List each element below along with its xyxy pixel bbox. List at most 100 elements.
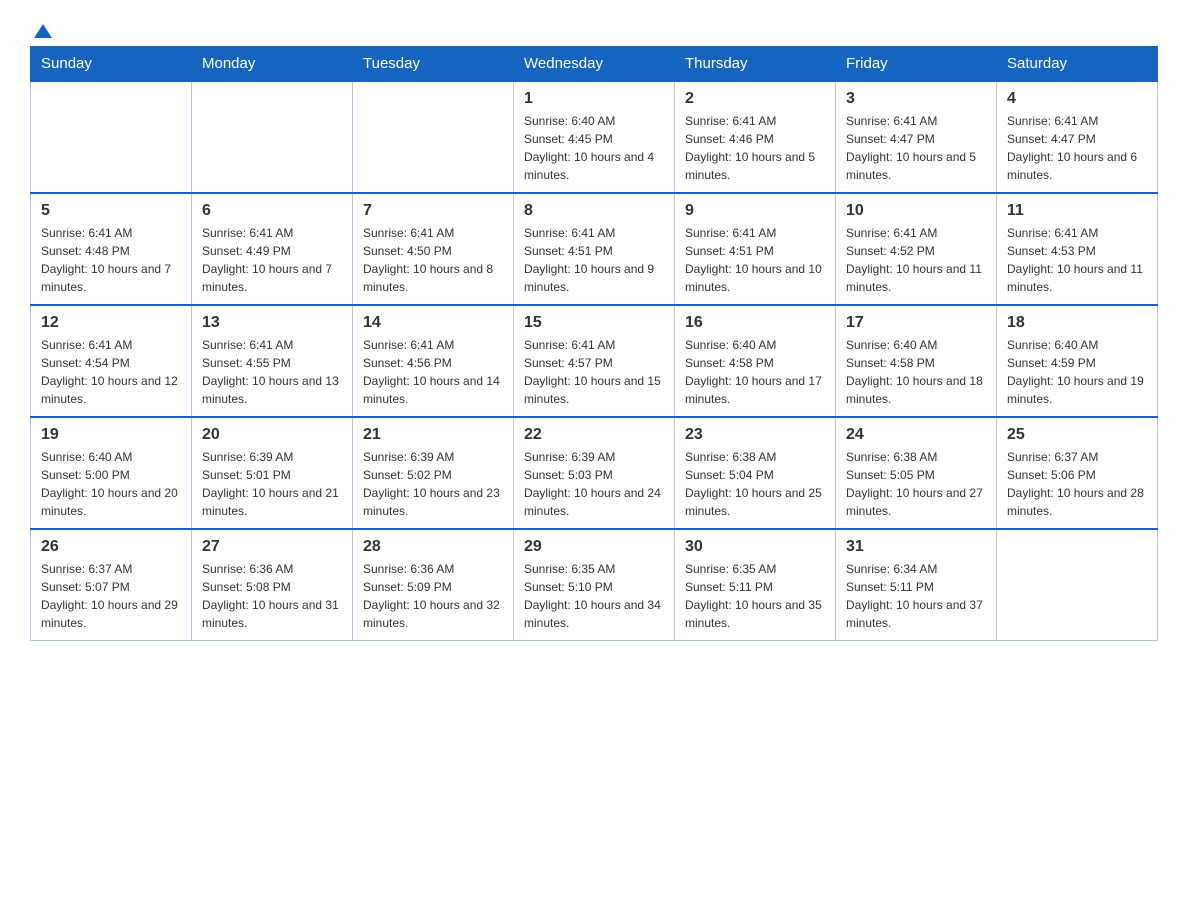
day-info: Sunrise: 6:40 AMSunset: 4:58 PMDaylight:…	[685, 336, 825, 408]
calendar-cell: 29 Sunrise: 6:35 AMSunset: 5:10 PMDayligh…	[514, 529, 675, 641]
day-info: Sunrise: 6:35 AMSunset: 5:11 PMDaylight:…	[685, 560, 825, 632]
day-info: Sunrise: 6:41 AMSunset: 4:52 PMDaylight:…	[846, 224, 986, 296]
page-header	[30, 20, 1158, 36]
weekday-header-friday: Friday	[836, 47, 997, 82]
day-info: Sunrise: 6:40 AMSunset: 5:00 PMDaylight:…	[41, 448, 181, 520]
calendar-cell: 11 Sunrise: 6:41 AMSunset: 4:53 PMDayligh…	[997, 193, 1158, 305]
day-info: Sunrise: 6:41 AMSunset: 4:54 PMDaylight:…	[41, 336, 181, 408]
calendar-cell	[353, 81, 514, 193]
calendar-cell: 20 Sunrise: 6:39 AMSunset: 5:01 PMDayligh…	[192, 417, 353, 529]
calendar-cell: 16 Sunrise: 6:40 AMSunset: 4:58 PMDayligh…	[675, 305, 836, 417]
calendar-cell: 31 Sunrise: 6:34 AMSunset: 5:11 PMDayligh…	[836, 529, 997, 641]
calendar-cell: 2 Sunrise: 6:41 AMSunset: 4:46 PMDaylight…	[675, 81, 836, 193]
day-info: Sunrise: 6:41 AMSunset: 4:48 PMDaylight:…	[41, 224, 181, 296]
calendar-cell: 14 Sunrise: 6:41 AMSunset: 4:56 PMDayligh…	[353, 305, 514, 417]
day-number: 4	[1007, 90, 1147, 108]
day-number: 22	[524, 426, 664, 444]
calendar-cell: 8Sunrise: 6:41 AMSunset: 4:51 PMDaylight…	[514, 193, 675, 305]
day-info: Sunrise: 6:41 AMSunset: 4:47 PMDaylight:…	[1007, 112, 1147, 184]
calendar-cell	[192, 81, 353, 193]
calendar-table: SundayMondayTuesdayWednesdayThursdayFrid…	[30, 46, 1158, 641]
day-number: 31	[846, 538, 986, 556]
day-number: 5	[41, 202, 181, 220]
day-number: 29	[524, 538, 664, 556]
weekday-header-monday: Monday	[192, 47, 353, 82]
calendar-cell: 6 Sunrise: 6:41 AMSunset: 4:49 PMDaylight…	[192, 193, 353, 305]
day-info: Sunrise: 6:41 AMSunset: 4:49 PMDaylight:…	[202, 224, 342, 296]
day-number: 16	[685, 314, 825, 332]
calendar-cell: 19Sunrise: 6:40 AMSunset: 5:00 PMDayligh…	[31, 417, 192, 529]
day-number: 20	[202, 426, 342, 444]
day-info: Sunrise: 6:37 AMSunset: 5:06 PMDaylight:…	[1007, 448, 1147, 520]
day-number: 12	[41, 314, 181, 332]
day-number: 14	[363, 314, 503, 332]
calendar-cell: 30Sunrise: 6:35 AMSunset: 5:11 PMDayligh…	[675, 529, 836, 641]
calendar-cell: 3 Sunrise: 6:41 AMSunset: 4:47 PMDaylight…	[836, 81, 997, 193]
day-number: 1	[524, 90, 664, 108]
day-number: 28	[363, 538, 503, 556]
day-number: 7	[363, 202, 503, 220]
calendar-cell: 13 Sunrise: 6:41 AMSunset: 4:55 PMDayligh…	[192, 305, 353, 417]
calendar-cell: 12 Sunrise: 6:41 AMSunset: 4:54 PMDayligh…	[31, 305, 192, 417]
calendar-cell: 22 Sunrise: 6:39 AMSunset: 5:03 PMDayligh…	[514, 417, 675, 529]
day-info: Sunrise: 6:41 AMSunset: 4:56 PMDaylight:…	[363, 336, 503, 408]
day-info: Sunrise: 6:41 AMSunset: 4:47 PMDaylight:…	[846, 112, 986, 184]
day-info: Sunrise: 6:41 AMSunset: 4:53 PMDaylight:…	[1007, 224, 1147, 296]
day-info: Sunrise: 6:36 AMSunset: 5:09 PMDaylight:…	[363, 560, 503, 632]
day-info: Sunrise: 6:38 AMSunset: 5:05 PMDaylight:…	[846, 448, 986, 520]
day-number: 27	[202, 538, 342, 556]
day-number: 25	[1007, 426, 1147, 444]
day-number: 8	[524, 202, 664, 220]
calendar-week-row: 12 Sunrise: 6:41 AMSunset: 4:54 PMDayligh…	[31, 305, 1158, 417]
day-number: 23	[685, 426, 825, 444]
day-number: 2	[685, 90, 825, 108]
calendar-cell: 28 Sunrise: 6:36 AMSunset: 5:09 PMDayligh…	[353, 529, 514, 641]
day-info: Sunrise: 6:40 AMSunset: 4:45 PMDaylight:…	[524, 112, 664, 184]
day-info: Sunrise: 6:41 AMSunset: 4:51 PMDaylight:…	[685, 224, 825, 296]
weekday-header-tuesday: Tuesday	[353, 47, 514, 82]
day-info: Sunrise: 6:41 AMSunset: 4:55 PMDaylight:…	[202, 336, 342, 408]
calendar-header-row: SundayMondayTuesdayWednesdayThursdayFrid…	[31, 47, 1158, 82]
calendar-week-row: 5 Sunrise: 6:41 AMSunset: 4:48 PMDaylight…	[31, 193, 1158, 305]
calendar-cell: 27Sunrise: 6:36 AMSunset: 5:08 PMDayligh…	[192, 529, 353, 641]
calendar-cell: 1 Sunrise: 6:40 AMSunset: 4:45 PMDaylight…	[514, 81, 675, 193]
day-number: 26	[41, 538, 181, 556]
day-info: Sunrise: 6:38 AMSunset: 5:04 PMDaylight:…	[685, 448, 825, 520]
logo-triangle-icon	[32, 20, 54, 42]
day-number: 6	[202, 202, 342, 220]
day-info: Sunrise: 6:41 AMSunset: 4:46 PMDaylight:…	[685, 112, 825, 184]
weekday-header-wednesday: Wednesday	[514, 47, 675, 82]
day-info: Sunrise: 6:40 AMSunset: 4:58 PMDaylight:…	[846, 336, 986, 408]
day-info: Sunrise: 6:35 AMSunset: 5:10 PMDaylight:…	[524, 560, 664, 632]
logo	[30, 20, 54, 36]
calendar-cell: 17 Sunrise: 6:40 AMSunset: 4:58 PMDayligh…	[836, 305, 997, 417]
day-number: 11	[1007, 202, 1147, 220]
day-number: 10	[846, 202, 986, 220]
day-info: Sunrise: 6:39 AMSunset: 5:03 PMDaylight:…	[524, 448, 664, 520]
calendar-week-row: 1 Sunrise: 6:40 AMSunset: 4:45 PMDaylight…	[31, 81, 1158, 193]
calendar-cell: 5 Sunrise: 6:41 AMSunset: 4:48 PMDaylight…	[31, 193, 192, 305]
calendar-cell: 15Sunrise: 6:41 AMSunset: 4:57 PMDayligh…	[514, 305, 675, 417]
day-number: 15	[524, 314, 664, 332]
day-info: Sunrise: 6:40 AMSunset: 4:59 PMDaylight:…	[1007, 336, 1147, 408]
calendar-week-row: 26Sunrise: 6:37 AMSunset: 5:07 PMDayligh…	[31, 529, 1158, 641]
weekday-header-sunday: Sunday	[31, 47, 192, 82]
day-number: 9	[685, 202, 825, 220]
calendar-cell: 25 Sunrise: 6:37 AMSunset: 5:06 PMDayligh…	[997, 417, 1158, 529]
day-info: Sunrise: 6:39 AMSunset: 5:01 PMDaylight:…	[202, 448, 342, 520]
calendar-cell: 4 Sunrise: 6:41 AMSunset: 4:47 PMDaylight…	[997, 81, 1158, 193]
day-number: 13	[202, 314, 342, 332]
calendar-week-row: 19Sunrise: 6:40 AMSunset: 5:00 PMDayligh…	[31, 417, 1158, 529]
calendar-cell: 26Sunrise: 6:37 AMSunset: 5:07 PMDayligh…	[31, 529, 192, 641]
day-info: Sunrise: 6:41 AMSunset: 4:50 PMDaylight:…	[363, 224, 503, 296]
day-number: 17	[846, 314, 986, 332]
calendar-cell: 7 Sunrise: 6:41 AMSunset: 4:50 PMDaylight…	[353, 193, 514, 305]
day-number: 21	[363, 426, 503, 444]
weekday-header-thursday: Thursday	[675, 47, 836, 82]
weekday-header-saturday: Saturday	[997, 47, 1158, 82]
day-number: 3	[846, 90, 986, 108]
day-info: Sunrise: 6:34 AMSunset: 5:11 PMDaylight:…	[846, 560, 986, 632]
calendar-cell: 21Sunrise: 6:39 AMSunset: 5:02 PMDayligh…	[353, 417, 514, 529]
calendar-cell: 18Sunrise: 6:40 AMSunset: 4:59 PMDayligh…	[997, 305, 1158, 417]
calendar-cell: 24Sunrise: 6:38 AMSunset: 5:05 PMDayligh…	[836, 417, 997, 529]
